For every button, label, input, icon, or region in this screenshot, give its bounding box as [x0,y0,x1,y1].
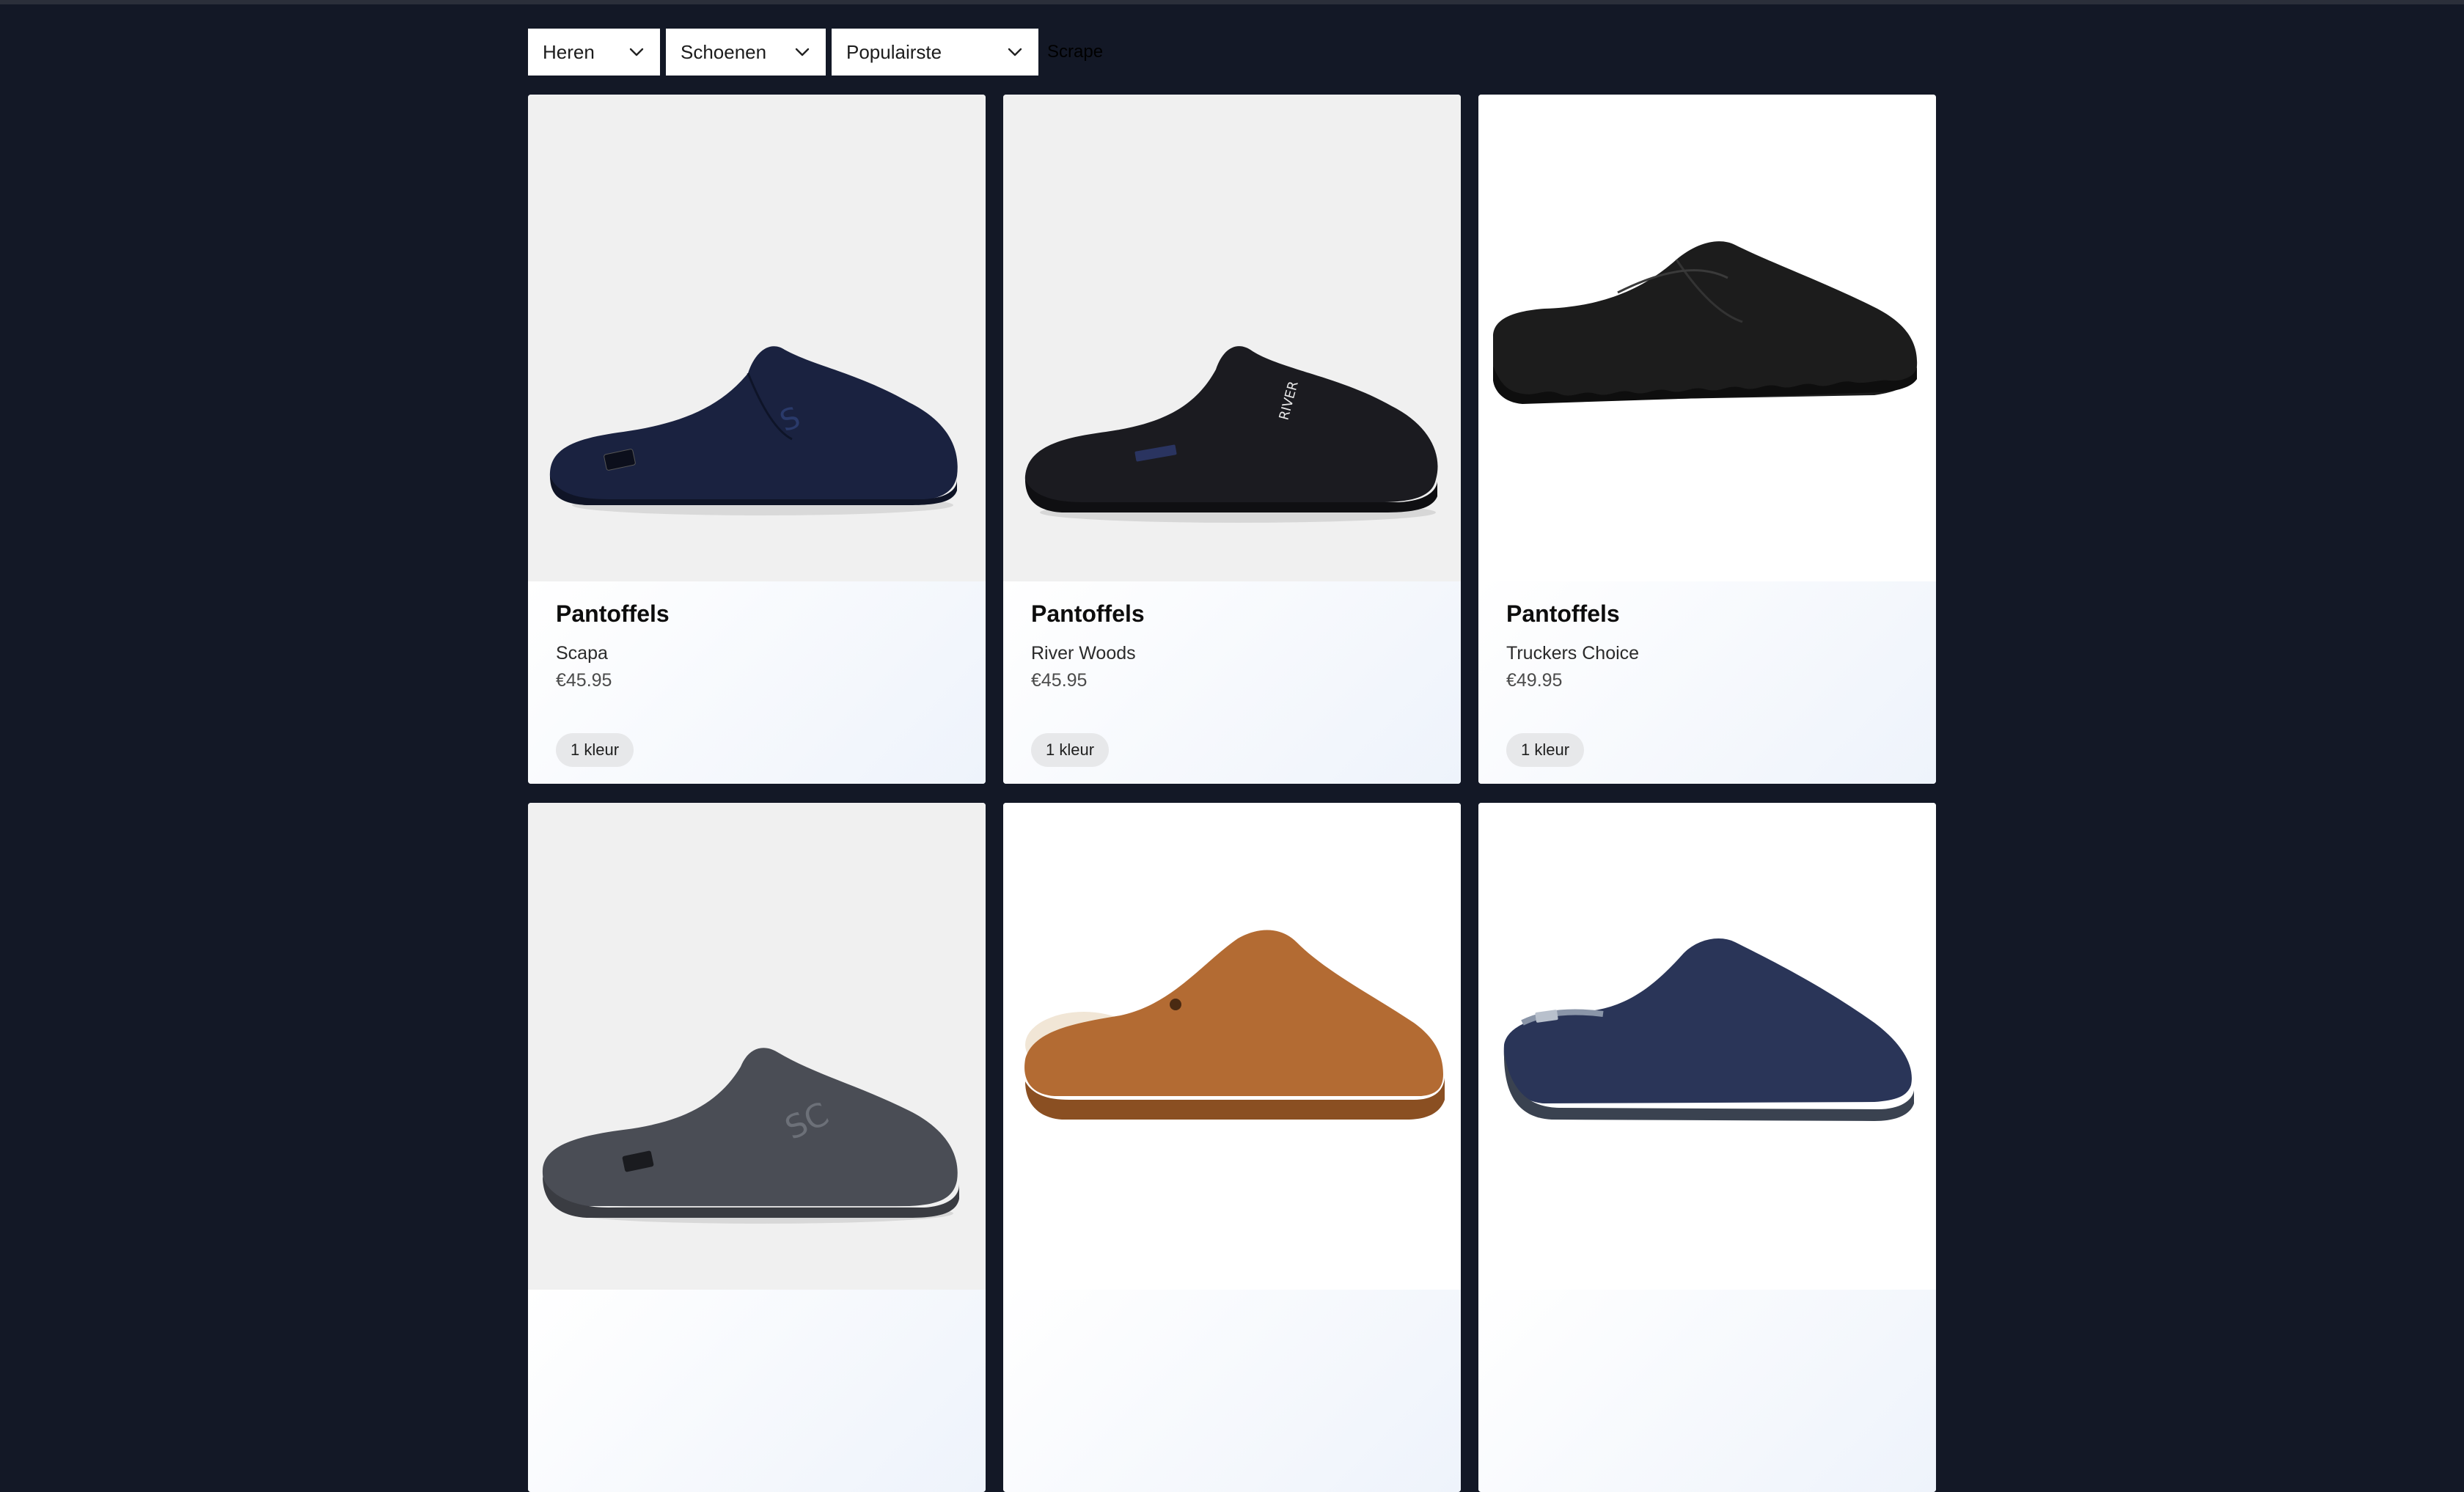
product-price: €45.95 [1031,670,1088,691]
color-count-badge: 1 kleur [556,733,634,767]
product-card[interactable]: SC [528,803,986,1492]
product-info: Pantoffels Truckers Choice €49.95 1 kleu… [1478,581,1936,784]
gender-select-value: Heren [543,40,595,63]
product-type: Pantoffels [1506,600,1620,627]
window-top-border [0,0,2464,4]
sort-select[interactable]: Populairste [832,29,1038,76]
product-card[interactable] [1478,803,1936,1492]
product-card[interactable]: RIVER Pantoffels River Woods €45.95 1 kl… [1003,95,1461,784]
product-image[interactable]: SC [528,803,986,1290]
black-felt-slipper-image: RIVER [1024,346,1438,523]
product-image[interactable]: RIVER [1003,95,1461,581]
product-grid: S Pantoffels Scapa €45.95 1 kleur RIVER [528,95,1936,1492]
product-image[interactable] [1478,803,1936,1290]
product-card[interactable]: Pantoffels Truckers Choice €49.95 1 kleu… [1478,95,1936,784]
blue-knit-slipper-image [1503,938,1914,1121]
product-image[interactable] [1003,803,1461,1290]
product-price: €49.95 [1506,670,1563,691]
product-brand: Truckers Choice [1506,643,1640,664]
scrape-button[interactable]: Scrape [1044,37,1106,67]
product-price: €45.95 [556,670,612,691]
black-leather-clog-image [1493,241,1918,404]
chevron-down-icon [622,29,651,76]
product-card[interactable]: S Pantoffels Scapa €45.95 1 kleur [528,95,986,784]
product-info [1003,1290,1461,1492]
category-select-value: Schoenen [681,40,767,63]
brown-suede-slipper-image [1024,930,1445,1120]
color-count-badge: 1 kleur [1506,733,1585,767]
gender-select[interactable]: Heren [528,29,660,76]
product-info [528,1290,986,1492]
sort-select-value: Populairste [846,40,942,63]
category-select[interactable]: Schoenen [666,29,826,76]
chevron-down-icon [788,29,817,76]
main-content: Heren Schoenen Populairste Scrape S Pant… [528,29,1936,1492]
product-info [1478,1290,1936,1492]
product-image[interactable]: S [528,95,986,581]
product-brand: Scapa [556,643,608,664]
chevron-down-icon [1000,29,1030,76]
filter-toolbar: Heren Schoenen Populairste Scrape [528,29,1936,76]
product-type: Pantoffels [556,600,670,627]
product-info: Pantoffels River Woods €45.95 1 kleur [1003,581,1461,784]
color-count-badge: 1 kleur [1031,733,1110,767]
grey-scapa-slipper-image: SC [542,1048,959,1224]
product-image[interactable] [1478,95,1936,581]
navy-felt-slipper-image: S [549,346,958,515]
product-type: Pantoffels [1031,600,1145,627]
product-brand: River Woods [1031,643,1136,664]
product-info: Pantoffels Scapa €45.95 1 kleur [528,581,986,784]
product-card[interactable] [1003,803,1461,1492]
